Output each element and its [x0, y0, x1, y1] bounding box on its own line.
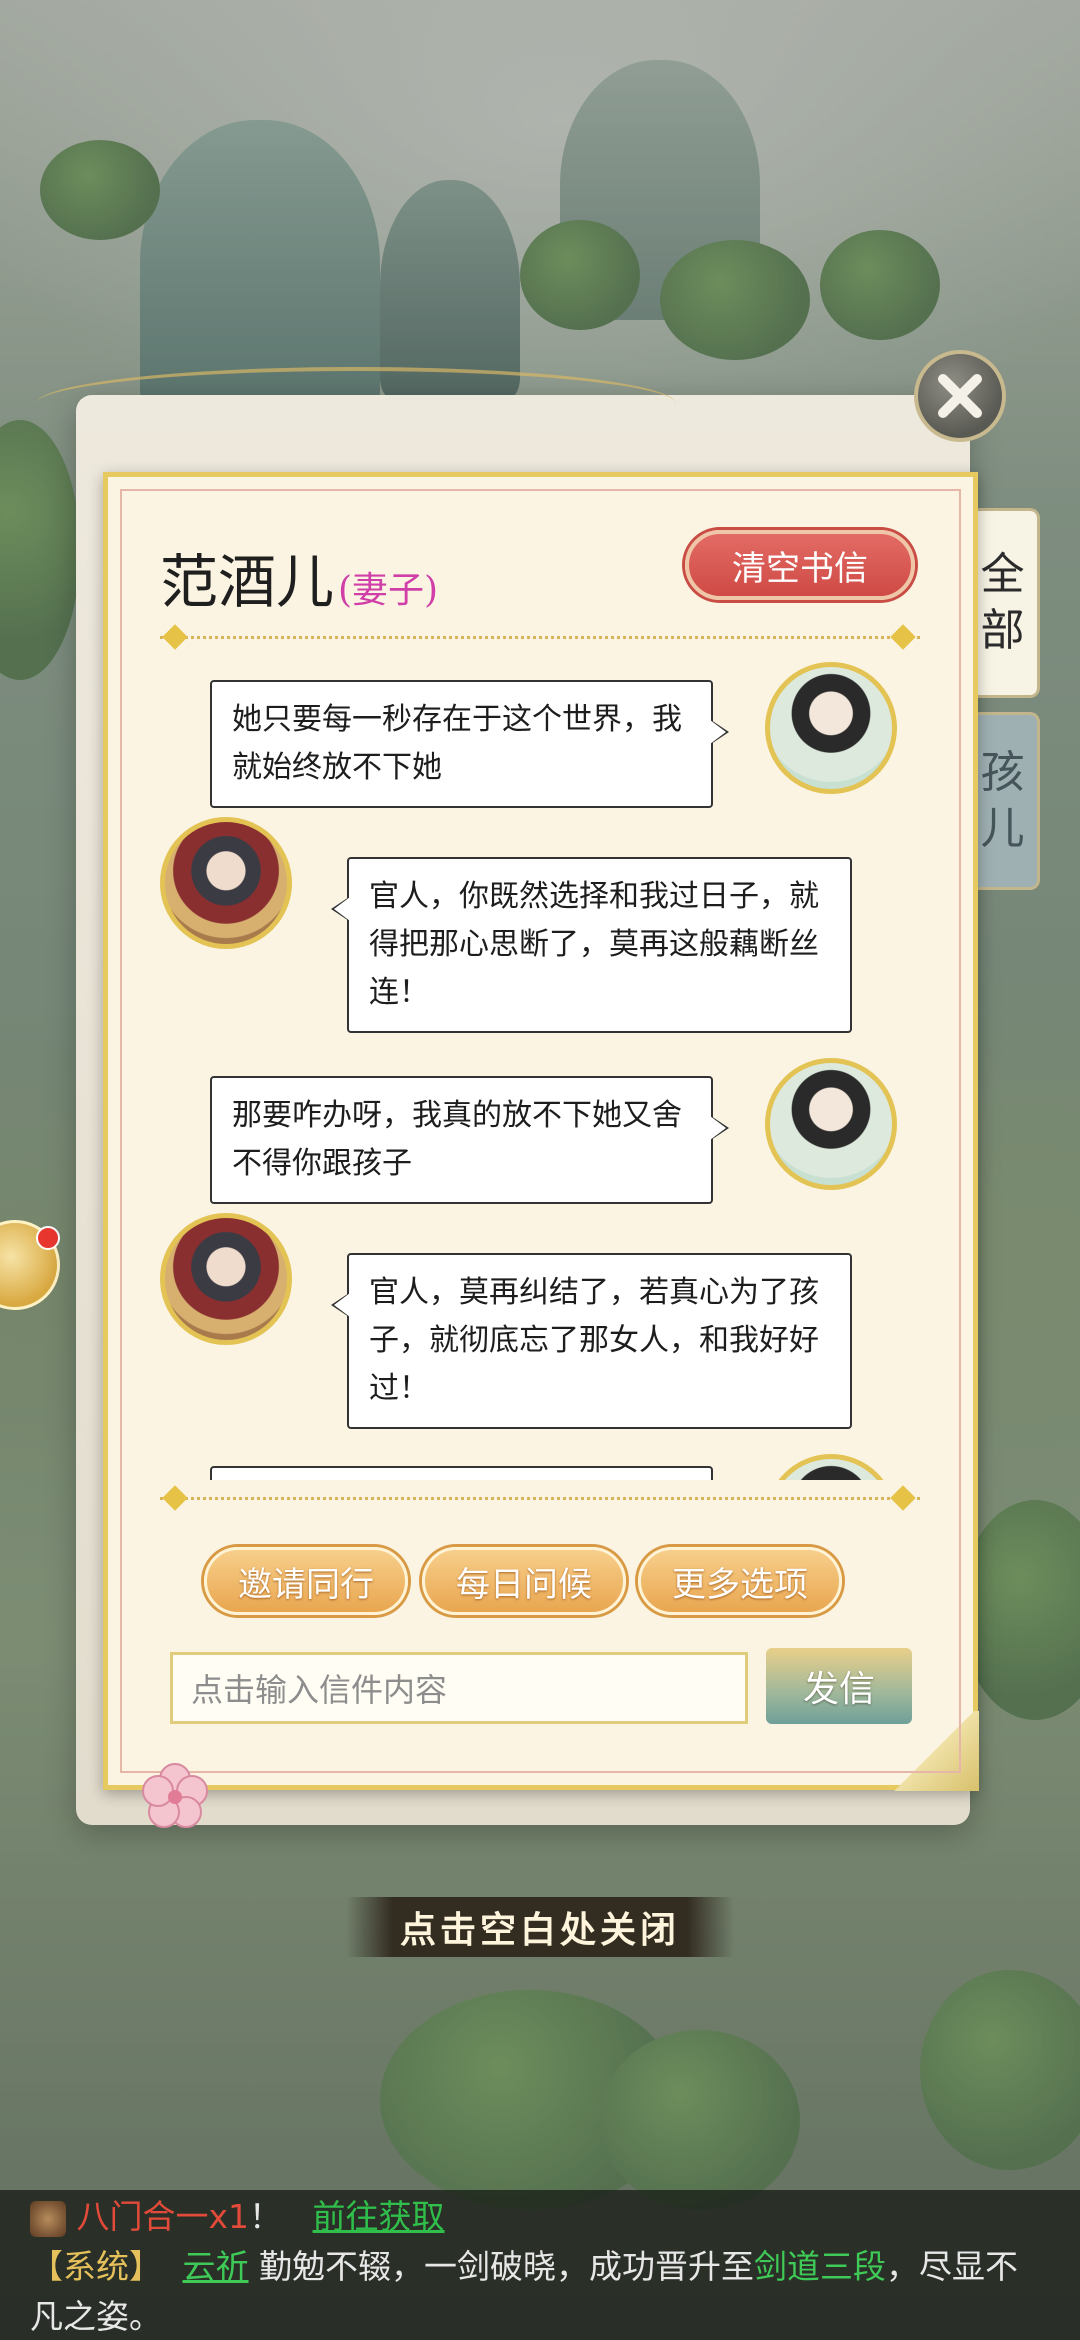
player-avatar[interactable]: [765, 1454, 897, 1480]
message-bubble: 那要咋办呀，我真的放不下她又舍不得你跟孩子: [210, 1076, 729, 1204]
message-bubble: 官人，你既然选择和我过日子，就得把那心思断了，莫再这般藕断丝连！: [331, 857, 852, 1033]
message-text: 她只要每一秒存在于这个世界，我就始终放不下她: [232, 702, 682, 785]
message-text: 那要咋办呀，我真的放不下她又舍不得你跟孩子: [232, 1098, 682, 1181]
plum-blossom-icon: [142, 1763, 208, 1828]
reward-line: 八门合一x1！ 前往获取: [30, 2192, 1050, 2242]
contact-header: 范酒儿 (妻子): [160, 535, 438, 619]
close-button[interactable]: [914, 350, 1006, 442]
message-text: 官人，你既然选择和我过日子，就得把那心思断了，莫再这般藕断丝连！: [369, 879, 819, 1010]
daily-greeting-button[interactable]: 每日问候: [422, 1547, 626, 1615]
letter-input[interactable]: 点击输入信件内容: [170, 1652, 748, 1724]
message-text: 官人，莫再纠结了，若真心为了孩子，就彻底忘了那女人，和我好好过！: [369, 1275, 819, 1406]
go-get-link[interactable]: 前往获取: [313, 2197, 445, 2236]
wife-avatar[interactable]: [160, 1213, 292, 1345]
reward-item-name: 八门合一x1: [76, 2197, 250, 2236]
tab-children-label: 孩儿: [980, 747, 1025, 854]
wife-avatar[interactable]: [160, 817, 292, 949]
reward-suffix: ！: [249, 2197, 283, 2236]
close-icon: [938, 374, 982, 418]
rank-name: 剑道三段: [754, 2247, 886, 2286]
announcement-text-1: 勤勉不辍，一剑破晓，成功晋升至: [259, 2247, 754, 2286]
tap-to-close-hint[interactable]: 点击空白处关闭: [346, 1897, 734, 1957]
tab-all-label: 全部: [980, 549, 1025, 656]
message-list[interactable]: 她只要每一秒存在于这个世界，我就始终放不下她 官人，你既然选择和我过日子，就得把…: [140, 650, 930, 1480]
relation-label: (妻子): [338, 570, 439, 611]
divider-top: [160, 636, 920, 639]
player-name-link[interactable]: 云祈: [183, 2247, 249, 2286]
clear-letters-button[interactable]: 清空书信: [685, 530, 915, 600]
player-avatar[interactable]: [765, 662, 897, 794]
message-bubble: [210, 1466, 713, 1480]
message-bubble: 官人，莫再纠结了，若真心为了孩子，就彻底忘了那女人，和我好好过！: [331, 1253, 852, 1429]
tab-all[interactable]: 全部: [968, 508, 1040, 698]
divider-bottom: [160, 1497, 920, 1500]
contact-name: 范酒儿: [160, 548, 335, 616]
invite-travel-button[interactable]: 邀请同行: [204, 1547, 408, 1615]
treasure-icon: [30, 2200, 66, 2237]
tab-children[interactable]: 孩儿: [968, 712, 1040, 890]
message-bubble: 她只要每一秒存在于这个世界，我就始终放不下她: [210, 680, 729, 808]
notification-dot: [36, 1226, 60, 1250]
letter-input-placeholder: 点击输入信件内容: [191, 1671, 448, 1709]
more-options-button[interactable]: 更多选项: [638, 1547, 842, 1615]
system-tag: 【系统】: [30, 2247, 162, 2286]
player-avatar[interactable]: [765, 1058, 897, 1190]
send-letter-button[interactable]: 发信: [766, 1648, 912, 1724]
system-message-feed: 八门合一x1！ 前往获取 【系统】 云祈 勤勉不辍，一剑破晓，成功晋升至剑道三段…: [0, 2190, 1080, 2340]
system-announcement: 【系统】 云祈 勤勉不辍，一剑破晓，成功晋升至剑道三段，尽显不凡之姿。: [30, 2242, 1050, 2340]
